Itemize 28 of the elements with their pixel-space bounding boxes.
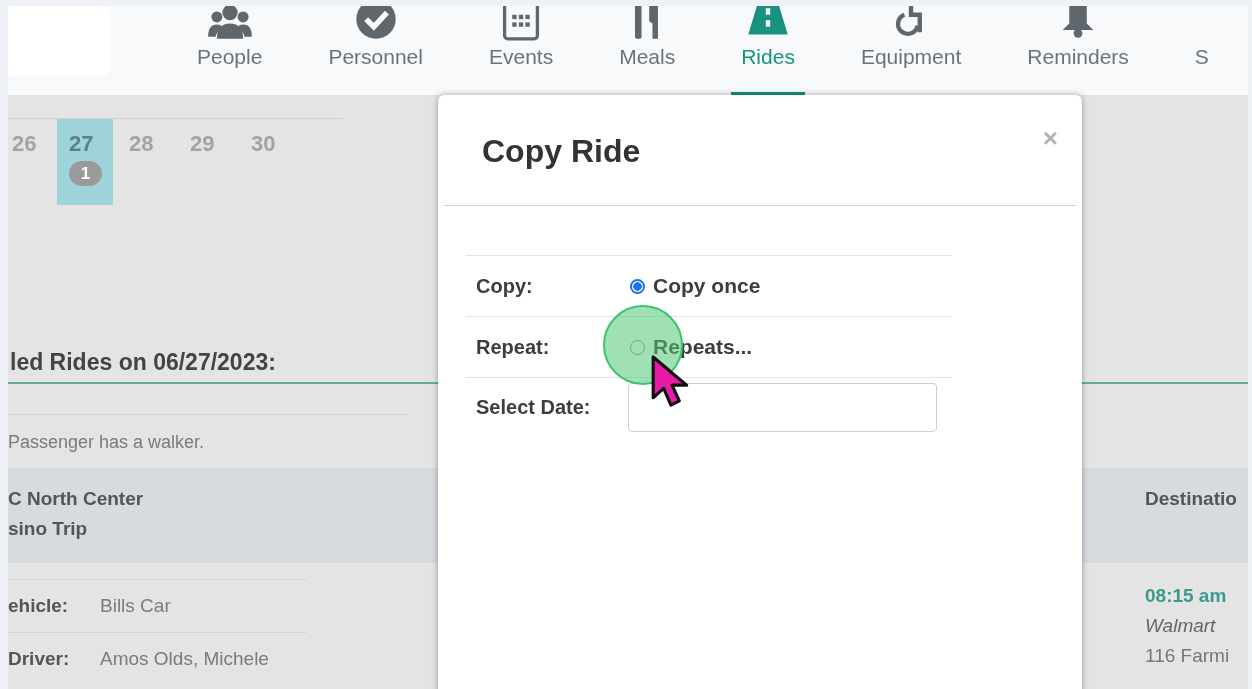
ride-title: C North Center: [8, 488, 144, 510]
dialog-title: Copy Ride: [482, 133, 641, 170]
column-header: Destinatio: [1145, 488, 1238, 511]
radio-button[interactable]: [630, 278, 645, 294]
ride-time: 08:15 am: [1145, 585, 1228, 607]
destination-address: 116 Farmi: [1145, 645, 1231, 667]
nav-tab[interactable]: S: [1184, 6, 1219, 95]
field-label: Driver:: [8, 648, 71, 670]
field-label: ehicle:: [8, 595, 70, 617]
destination-name: Walmart: [1145, 615, 1217, 637]
nav-tab[interactable]: Personnel: [318, 6, 433, 95]
count-badge: 1: [69, 161, 102, 186]
section-heading: led Rides on 06/27/2023:: [10, 349, 276, 375]
people-icon: [207, 6, 252, 41]
date-field[interactable]: [628, 382, 937, 432]
nav-tab[interactable]: Equipment: [850, 6, 972, 95]
nav-tab[interactable]: Reminders: [1017, 6, 1139, 95]
calendar-day[interactable]: 27 1: [57, 119, 113, 205]
ride-title: sino Trip: [8, 518, 89, 540]
field-label: Repeat:: [475, 335, 551, 359]
nav-tab[interactable]: People: [187, 6, 273, 95]
field-value: Bills Car: [100, 595, 171, 617]
field-label: Copy:: [475, 274, 534, 298]
nav-tab[interactable]: Events: [478, 6, 564, 95]
field-label: Select Date:: [475, 395, 592, 419]
radio-label[interactable]: Copy once: [653, 274, 761, 298]
field-value: Amos Olds, Michele: [100, 648, 269, 670]
nav-tab[interactable]: Meals: [609, 6, 686, 95]
